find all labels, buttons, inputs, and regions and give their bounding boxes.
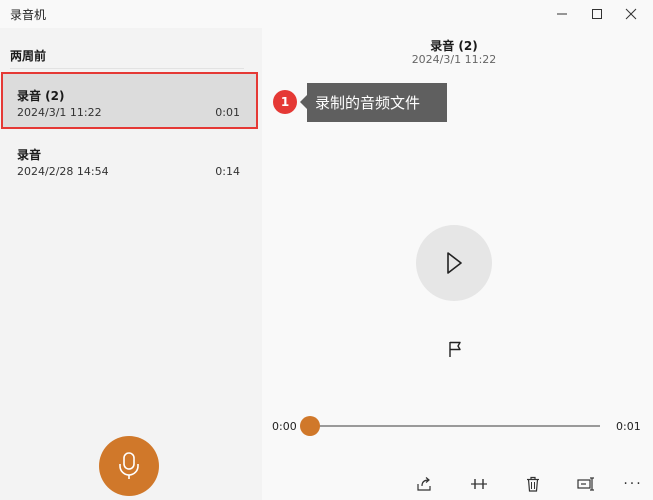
recording-title: 录音 (2) <box>430 39 478 53</box>
minimize-button[interactable] <box>545 0 579 28</box>
record-button[interactable] <box>99 436 159 496</box>
recording-date: 2024/2/28 14:54 <box>17 165 109 178</box>
rename-button[interactable] <box>573 472 599 496</box>
recording-name: 录音 <box>17 148 42 162</box>
play-button[interactable] <box>416 225 492 301</box>
maximize-icon <box>592 9 602 19</box>
recording-item-selected[interactable]: 录音 (2) 2024/3/1 11:22 0:01 <box>1 72 258 129</box>
play-icon <box>447 252 462 274</box>
more-options-button[interactable]: ··· <box>620 472 646 496</box>
recording-timestamp: 2024/3/1 11:22 <box>411 53 497 66</box>
app-title: 录音机 <box>10 8 47 22</box>
total-time: 0:01 <box>616 420 641 433</box>
flag-icon <box>449 341 461 357</box>
recording-duration: 0:01 <box>215 106 240 119</box>
trim-icon <box>471 479 487 489</box>
minimize-icon <box>557 13 567 15</box>
rename-icon <box>577 477 594 491</box>
add-marker-button[interactable] <box>444 338 466 360</box>
recording-date: 2024/3/1 11:22 <box>17 106 102 119</box>
maximize-button[interactable] <box>580 0 614 28</box>
current-time: 0:00 <box>272 420 297 433</box>
seek-track[interactable] <box>310 425 600 427</box>
delete-button[interactable] <box>520 472 546 496</box>
section-header: 两周前 <box>10 49 47 63</box>
title-bar: 录音机 <box>0 0 653 28</box>
close-icon <box>625 8 637 20</box>
close-button[interactable] <box>614 0 648 28</box>
section-divider <box>10 68 244 69</box>
seek-thumb[interactable] <box>300 416 320 436</box>
share-button[interactable] <box>411 472 437 496</box>
trim-button[interactable] <box>466 472 492 496</box>
share-icon <box>417 477 431 491</box>
annotation-label: 录制的音频文件 <box>307 83 447 122</box>
microphone-icon <box>119 452 139 479</box>
delete-icon <box>527 476 539 492</box>
annotation-pointer <box>300 95 307 109</box>
recording-duration: 0:14 <box>215 165 240 178</box>
annotation-number-badge: 1 <box>273 90 297 114</box>
recording-name: 录音 (2) <box>17 89 65 103</box>
recordings-sidebar: 两周前 录音 (2) 2024/3/1 11:22 0:01 录音 2024/2… <box>0 28 262 500</box>
recording-item[interactable]: 录音 2024/2/28 14:54 0:14 <box>1 133 258 190</box>
